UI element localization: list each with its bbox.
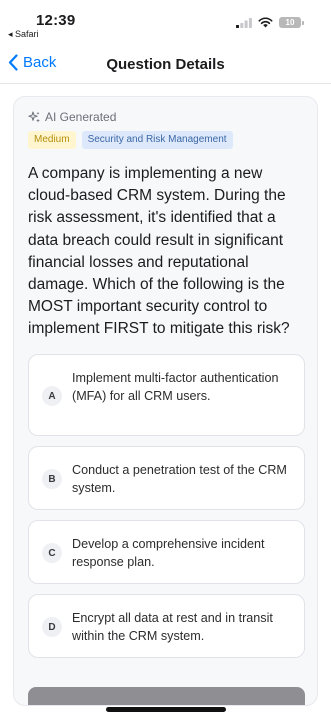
question-card: AI Generated Medium Security and Risk Ma…: [13, 96, 318, 706]
option-letter: B: [42, 469, 62, 489]
option-letter: D: [42, 617, 62, 637]
option-text: Encrypt all data at rest and in transit …: [72, 611, 273, 643]
wifi-icon: [258, 17, 273, 28]
ai-generated-text: AI Generated: [45, 110, 117, 124]
question-text: A company is implementing a new cloud-ba…: [28, 165, 290, 338]
option-letter: A: [42, 386, 62, 406]
cellular-signal-icon: [236, 17, 252, 28]
battery-level: 10: [285, 18, 295, 27]
page-title: Question Details: [106, 56, 225, 73]
back-to-safari-link[interactable]: ◂ Safari: [8, 29, 39, 40]
status-time: 12:39: [36, 12, 76, 29]
status-icons: 10: [236, 17, 304, 28]
answer-option-d[interactable]: D Encrypt all data at rest and in transi…: [28, 594, 305, 658]
question-tags: Medium Security and Risk Management: [28, 131, 233, 149]
option-text: Conduct a penetration test of the CRM sy…: [72, 463, 287, 495]
sparkles-icon: [28, 111, 40, 123]
answer-option-b[interactable]: B Conduct a penetration test of the CRM …: [28, 446, 305, 510]
battery-icon: 10: [279, 17, 304, 28]
option-letter: C: [42, 543, 62, 563]
status-bar: 12:39 ◂ Safari 10: [0, 0, 331, 44]
ai-generated-label: AI Generated: [28, 110, 116, 124]
answer-option-c[interactable]: C Develop a comprehensive incident respo…: [28, 520, 305, 584]
option-text: Develop a comprehensive incident respons…: [72, 537, 265, 569]
difficulty-badge: Medium: [28, 131, 76, 149]
home-indicator[interactable]: [106, 707, 226, 712]
navigation-bar: Back Question Details: [0, 44, 331, 84]
answer-option-a[interactable]: A Implement multi-factor authentication …: [28, 354, 305, 436]
option-text: Implement multi-factor authentication (M…: [72, 371, 279, 403]
submit-button[interactable]: [28, 687, 305, 705]
domain-badge: Security and Risk Management: [81, 131, 233, 149]
